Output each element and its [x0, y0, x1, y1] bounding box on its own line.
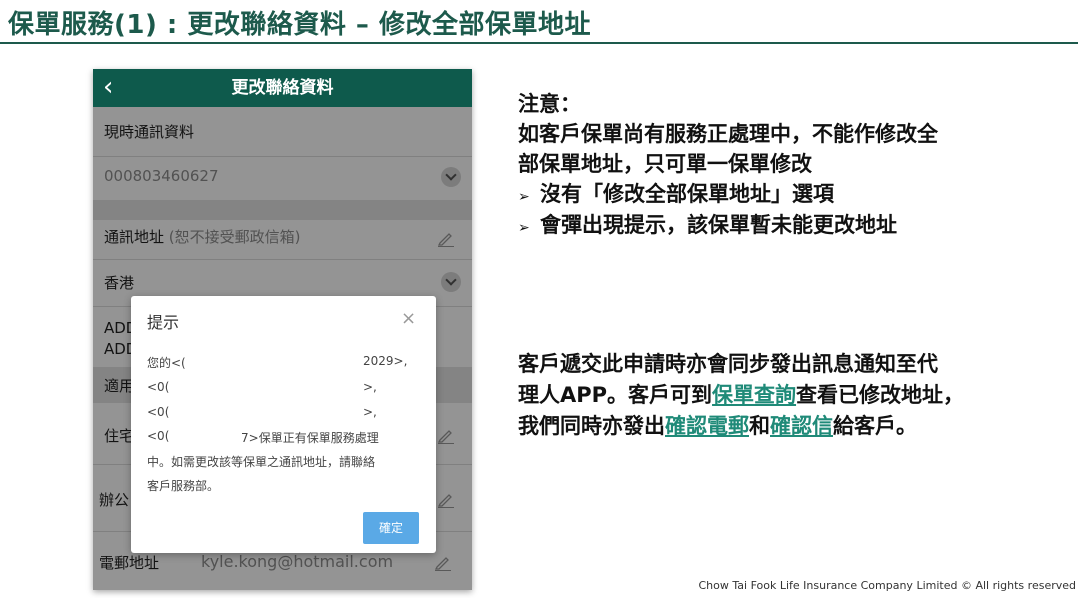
app-header-title: 更改聯絡資料	[231, 78, 334, 98]
title-divider	[0, 42, 1078, 44]
dialog-text: <0(	[147, 405, 170, 419]
info-paragraph-line: 客戶遞交此申請時亦會同步發出訊息通知至代	[518, 352, 938, 376]
note-bullet-text: 會彈出現提示，該保單暫未能更改地址	[540, 213, 897, 237]
dialog-text: >,	[363, 405, 377, 419]
dialog-text: 2029>,	[363, 354, 408, 368]
info-paragraph-line: 我們同時亦發出確認電郵和確認信給客戶。	[518, 411, 917, 441]
close-icon[interactable]: ×	[401, 308, 416, 329]
info-paragraph-line: 理人APP。客戶可到保單查詢查看已修改地址，	[518, 380, 964, 410]
app-header: ‹ 更改聯絡資料	[93, 69, 472, 107]
para-text: 理人APP。客戶可到	[518, 383, 713, 407]
para-text: 我們同時亦發出	[518, 414, 665, 438]
confirmation-email-link[interactable]: 確認電郵	[665, 414, 749, 438]
dialog-text: >,	[363, 380, 377, 394]
policy-inquiry-link[interactable]: 保單查詢	[712, 383, 796, 407]
confirmation-letter-link[interactable]: 確認信	[770, 414, 833, 438]
note-bullet-item: ➢ 沒有「修改全部保單地址」選項	[518, 179, 834, 212]
copyright-footer: Chow Tai Fook Life Insurance Company Lim…	[698, 579, 1077, 592]
para-text: 給客戶。	[833, 414, 917, 438]
dialog-text: 您的<(	[147, 356, 186, 370]
dialog-text: 客戶服務部。	[147, 479, 220, 493]
dialog-text: 7>保單正有保單服務處理	[241, 431, 379, 445]
note-heading: 注意：	[518, 92, 581, 116]
alert-dialog: 提示 × 您的<( 2029>, <0( >, <0( >, <0( 7>保單正…	[131, 296, 436, 553]
para-text: 和	[749, 414, 770, 438]
dialog-title: 提示	[147, 313, 180, 332]
para-text: 查看已修改地址，	[796, 383, 965, 407]
slide-title: 保單服務(1) : 更改聯絡資料 – 修改全部保單地址	[8, 10, 591, 40]
dialog-text: <0(	[147, 429, 170, 443]
arrow-bullet-icon: ➢	[518, 220, 530, 236]
confirm-button[interactable]: 確定	[363, 512, 419, 544]
note-text: 部保單地址，只可單一保單修改	[518, 152, 812, 176]
note-bullet-item: ➢ 會彈出現提示，該保單暫未能更改地址	[518, 210, 897, 243]
dialog-text: <0(	[147, 380, 170, 394]
dialog-text: 中。如需更改該等保單之通訊地址，請聯絡	[147, 455, 376, 469]
arrow-bullet-icon: ➢	[518, 189, 530, 205]
note-text: 如客戶保單尚有服務正處理中，不能作修改全	[518, 122, 938, 146]
note-bullet-text: 沒有「修改全部保單地址」選項	[540, 182, 834, 206]
